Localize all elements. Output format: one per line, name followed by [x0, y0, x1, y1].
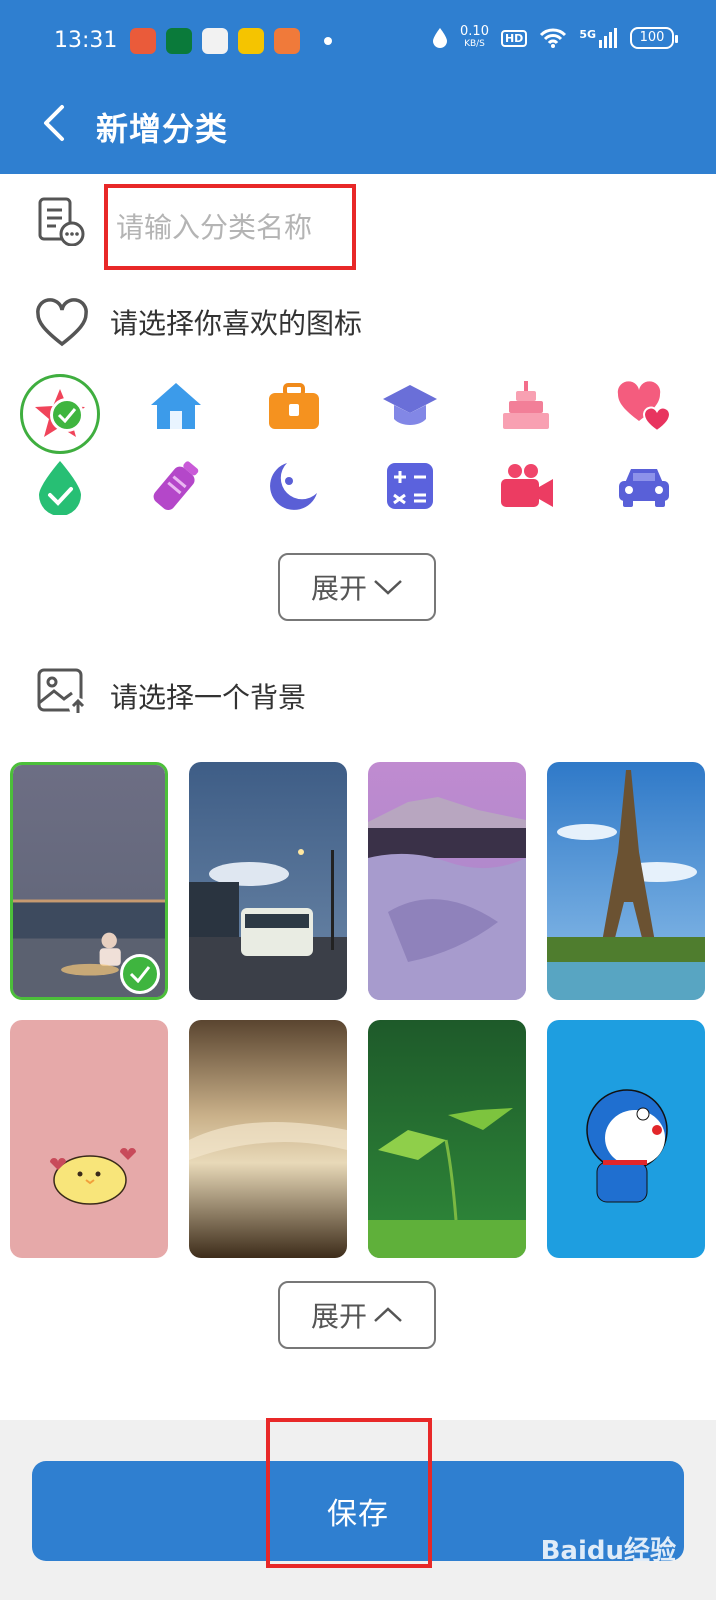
car-icon — [619, 469, 669, 507]
icon-option-calculator[interactable] — [370, 446, 450, 526]
hd-badge: HD — [500, 29, 528, 47]
signal-bars-icon — [599, 28, 617, 48]
signal-type: 5G — [579, 28, 596, 41]
heart-outline-icon — [36, 298, 88, 347]
category-name-input[interactable] — [104, 184, 356, 270]
icon-option-cake[interactable] — [486, 366, 566, 446]
gold-silk-image — [189, 1020, 347, 1258]
icon-option-briefcase[interactable] — [254, 366, 334, 446]
chevron-up-icon — [374, 1307, 402, 1322]
bus-street-image — [189, 762, 347, 1000]
briefcase-icon — [269, 383, 319, 429]
app-notification-icon — [274, 28, 300, 54]
status-indicators: 0.10 KB/S HD 5G 100 — [432, 24, 678, 50]
doraemon-image — [547, 1020, 705, 1258]
collapse-backgrounds-button[interactable]: 展开 — [278, 1281, 436, 1349]
home-icon — [151, 383, 201, 429]
background-option-sprout[interactable] — [368, 1020, 526, 1258]
cell-signal: 5G — [579, 28, 618, 48]
watermark-logo: Baidu经验 — [540, 1536, 676, 1566]
app-notification-icon — [238, 28, 264, 54]
cake-icon — [503, 381, 549, 429]
expand-icons-label: 展开 — [310, 572, 367, 605]
eiffel-tower-image — [547, 762, 705, 1000]
collapse-backgrounds-label: 展开 — [310, 1300, 367, 1333]
network-speed-value: 0.10 — [460, 24, 489, 39]
background-option-bus[interactable] — [189, 762, 347, 1000]
network-speed: 0.10 KB/S — [460, 24, 489, 50]
icon-option-home[interactable] — [136, 366, 216, 446]
icon-option-hearts[interactable] — [604, 366, 684, 446]
status-time: 13:31 — [54, 28, 118, 53]
video-camera-icon — [501, 464, 553, 507]
page-title: 新增分类 — [96, 110, 229, 148]
background-option-chick[interactable] — [10, 1020, 168, 1258]
image-upload-icon — [37, 668, 87, 716]
bottle-icon — [153, 461, 199, 511]
app-notification-icon — [202, 28, 228, 54]
graduation-cap-icon — [383, 385, 437, 425]
hearts-icon — [617, 381, 672, 433]
water-drop-icon — [433, 28, 448, 48]
calculator-icon — [387, 463, 433, 509]
selected-check-icon — [50, 398, 84, 432]
snow-mountain-image — [368, 762, 526, 1000]
chevron-down-icon — [374, 580, 402, 595]
save-highlight-box — [266, 1418, 432, 1568]
battery-indicator: 100 — [630, 27, 678, 49]
wifi-icon — [540, 28, 567, 48]
back-button[interactable] — [38, 104, 68, 142]
green-sprout-image — [368, 1020, 526, 1258]
icon-option-video[interactable] — [486, 446, 566, 526]
background-option-doraemon[interactable] — [547, 1020, 705, 1258]
notification-icons — [130, 28, 332, 54]
background-option-gold[interactable] — [189, 1020, 347, 1258]
expand-icons-button[interactable]: 展开 — [278, 553, 436, 621]
icon-option-car[interactable] — [604, 446, 684, 526]
app-notification-icon — [130, 28, 156, 54]
icon-option-moon[interactable] — [254, 446, 334, 526]
add-category-screen: 13:31 0.10 KB/S HD 5G 100 新增分类 请输入分类名称 请… — [0, 0, 716, 1600]
icon-option-bottle[interactable] — [136, 446, 216, 526]
more-notifications-dot — [324, 37, 332, 45]
background-option-snow[interactable] — [368, 762, 526, 1000]
network-speed-unit: KB/S — [464, 39, 485, 49]
background-option-eiffel[interactable] — [547, 762, 705, 1000]
icon-option-graduation[interactable] — [370, 366, 450, 446]
selected-background-check-icon — [120, 954, 160, 994]
document-icon — [38, 197, 85, 246]
status-bar: 13:31 0.10 KB/S HD 5G 100 — [0, 0, 716, 84]
chevron-left-icon — [44, 105, 64, 141]
chick-cartoon-image — [10, 1020, 168, 1258]
background-section-label: 请选择一个背景 — [110, 681, 307, 714]
icon-section-label: 请选择你喜欢的图标 — [110, 307, 363, 340]
moon-icon — [270, 463, 317, 510]
app-notification-icon — [166, 28, 192, 54]
icon-option-drop[interactable] — [20, 446, 100, 526]
drop-check-icon — [39, 461, 81, 515]
